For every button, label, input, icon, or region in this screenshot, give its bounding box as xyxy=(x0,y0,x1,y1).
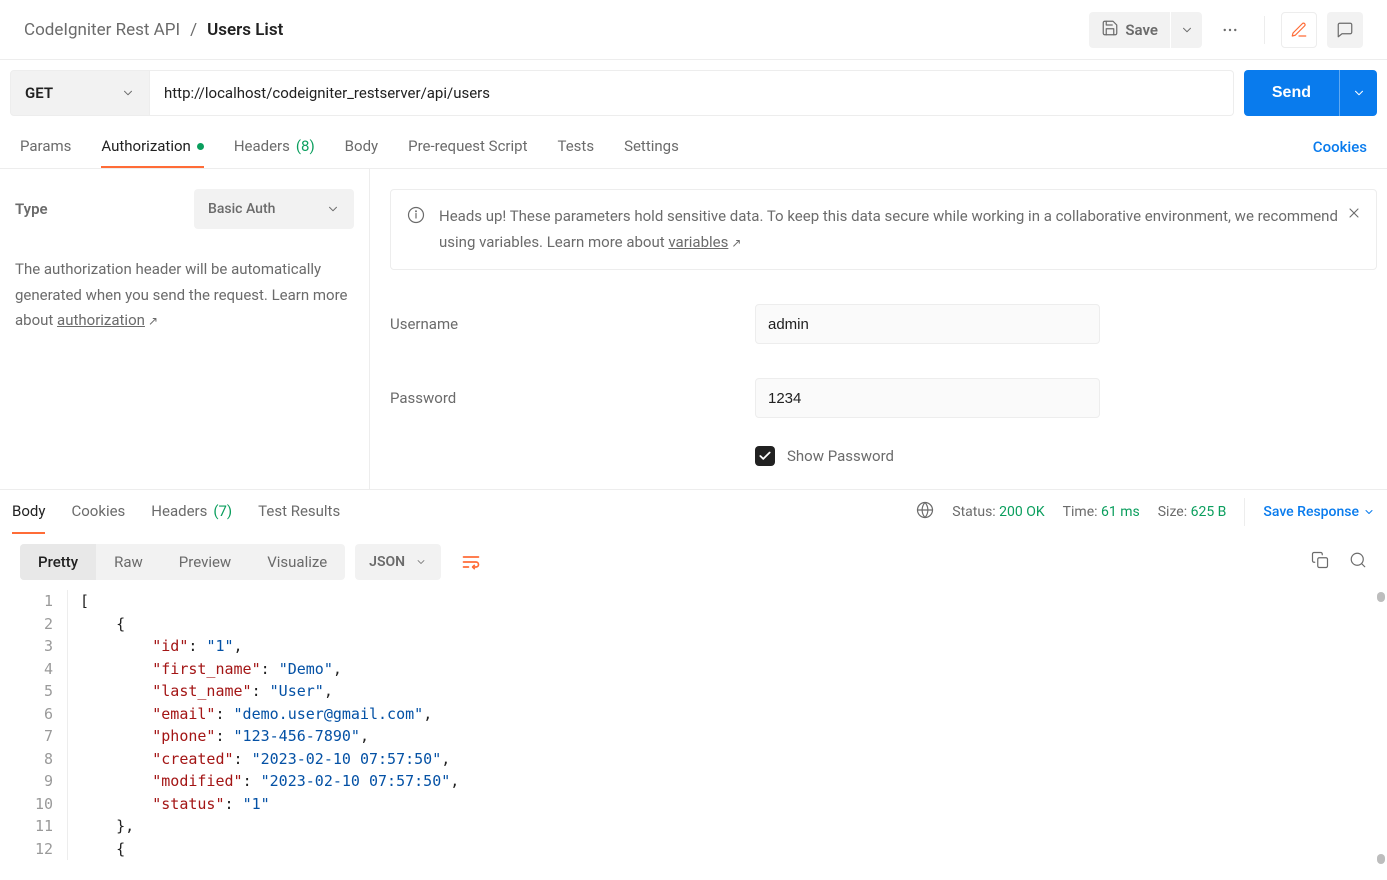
close-icon xyxy=(1346,205,1362,221)
pencil-icon xyxy=(1290,21,1308,39)
body-view-segmented: Pretty Raw Preview Visualize xyxy=(20,544,345,580)
chevron-down-icon xyxy=(1180,23,1194,37)
response-tab-body[interactable]: Body xyxy=(12,490,45,534)
tab-headers[interactable]: Headers (8) xyxy=(234,126,315,168)
breadcrumb: CodeIgniter Rest API / Users List xyxy=(24,20,283,40)
tab-tests[interactable]: Tests xyxy=(557,126,594,168)
response-body-code[interactable]: 1 2 3 4 5 6 7 8 9 10 11 12 [ { "id": "1"… xyxy=(0,590,1387,866)
check-icon xyxy=(758,449,772,463)
edit-button[interactable] xyxy=(1281,12,1317,48)
view-preview-button[interactable]: Preview xyxy=(161,544,249,580)
chevron-down-icon xyxy=(1352,86,1366,100)
auth-type-select[interactable]: Basic Auth xyxy=(194,189,354,229)
divider xyxy=(1264,16,1265,44)
response-tab-test-results[interactable]: Test Results xyxy=(258,490,340,534)
username-input[interactable] xyxy=(755,304,1100,344)
warning-alert: Heads up! These parameters hold sensitiv… xyxy=(390,189,1377,270)
more-options-button[interactable] xyxy=(1212,12,1248,48)
response-tab-cookies[interactable]: Cookies xyxy=(71,490,125,534)
wrap-icon xyxy=(461,552,481,572)
http-method-select[interactable]: GET xyxy=(10,70,150,116)
show-password-checkbox[interactable] xyxy=(755,446,775,466)
save-dropdown[interactable] xyxy=(1170,12,1202,48)
external-link-icon: ↗ xyxy=(148,314,158,328)
comment-icon xyxy=(1336,21,1354,39)
password-label: Password xyxy=(390,389,755,407)
search-response-button[interactable] xyxy=(1349,551,1367,573)
tab-prerequest-script[interactable]: Pre-request Script xyxy=(408,126,527,168)
comments-button[interactable] xyxy=(1327,12,1363,48)
send-button[interactable]: Send xyxy=(1244,70,1339,116)
chevron-down-icon xyxy=(415,556,427,568)
chevron-down-icon xyxy=(1363,506,1375,518)
http-method-value: GET xyxy=(25,84,53,102)
username-label: Username xyxy=(390,315,755,333)
size-label: Size: 625 B xyxy=(1158,504,1227,520)
auth-type-label: Type xyxy=(15,200,48,218)
save-response-button[interactable]: Save Response xyxy=(1244,498,1375,526)
alert-close-button[interactable] xyxy=(1346,204,1362,230)
status-dot-icon xyxy=(197,143,204,150)
scrollbar-thumb[interactable] xyxy=(1377,854,1385,864)
copy-icon xyxy=(1311,551,1329,569)
external-link-icon: ↗ xyxy=(731,236,741,250)
tab-settings[interactable]: Settings xyxy=(624,126,679,168)
info-icon xyxy=(407,206,425,233)
breadcrumb-item: Users List xyxy=(207,20,283,40)
tab-params[interactable]: Params xyxy=(20,126,71,168)
save-button[interactable]: Save xyxy=(1089,12,1170,48)
variables-doc-link[interactable]: variables xyxy=(668,233,728,251)
view-visualize-button[interactable]: Visualize xyxy=(249,544,345,580)
search-icon xyxy=(1349,551,1367,569)
dots-icon xyxy=(1221,21,1239,39)
auth-description: The authorization header will be automat… xyxy=(15,257,354,334)
view-pretty-button[interactable]: Pretty xyxy=(20,544,96,580)
response-tab-headers[interactable]: Headers (7) xyxy=(151,490,232,534)
show-password-label: Show Password xyxy=(787,447,894,465)
tab-body[interactable]: Body xyxy=(345,126,378,168)
body-format-select[interactable]: JSON xyxy=(355,544,441,580)
tab-authorization[interactable]: Authorization xyxy=(101,126,203,168)
copy-response-button[interactable] xyxy=(1311,551,1329,573)
breadcrumb-separator: / xyxy=(190,20,197,40)
password-input[interactable] xyxy=(755,378,1100,418)
wrap-lines-button[interactable] xyxy=(451,544,491,580)
url-input[interactable]: http://localhost/codeigniter_restserver/… xyxy=(150,70,1234,116)
chevron-down-icon xyxy=(121,86,135,100)
cookies-link[interactable]: Cookies xyxy=(1313,138,1367,156)
authorization-doc-link[interactable]: authorization xyxy=(57,311,145,329)
time-label: Time: 61 ms xyxy=(1063,504,1140,520)
scrollbar-thumb[interactable] xyxy=(1377,592,1385,602)
view-raw-button[interactable]: Raw xyxy=(96,544,161,580)
chevron-down-icon xyxy=(326,202,340,216)
auth-type-value: Basic Auth xyxy=(208,201,275,217)
save-button-label: Save xyxy=(1125,21,1158,39)
save-icon xyxy=(1101,19,1119,41)
breadcrumb-workspace[interactable]: CodeIgniter Rest API xyxy=(24,20,180,40)
network-icon[interactable] xyxy=(916,501,934,523)
status-label: Status: 200 OK xyxy=(952,504,1044,520)
save-button-group: Save xyxy=(1089,12,1202,48)
send-dropdown[interactable] xyxy=(1339,70,1377,116)
